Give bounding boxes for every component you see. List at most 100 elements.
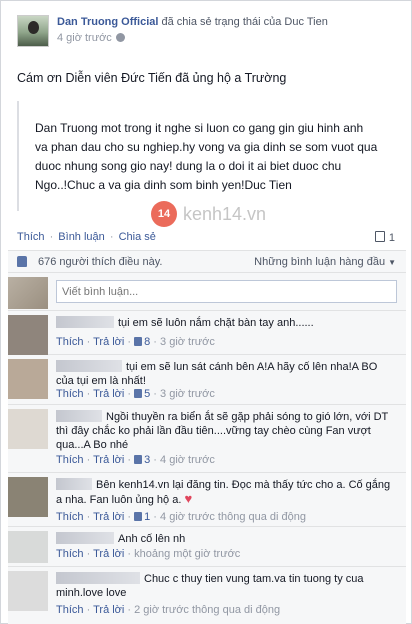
comment-text: Ngồi thuyền ra biển ắt sẽ gặp phải sóng … <box>56 411 389 451</box>
commenter-avatar[interactable] <box>8 359 48 399</box>
quote-line: va phan dau cho su nghiep.hy vong va gia… <box>35 140 378 154</box>
likes-value: 5 <box>144 388 151 400</box>
comment-like-link[interactable]: Thích <box>56 548 84 560</box>
comment-likes-count[interactable]: 8 <box>134 336 150 348</box>
comment-meta: Thích · Trả lời · 5 · 3 giờ trước <box>56 388 215 400</box>
author-avatar[interactable] <box>17 15 49 47</box>
watermark-badge: 14 <box>151 201 177 227</box>
comment-item: Chuc c thuy tien vung tam.va tin tuong t… <box>8 567 406 624</box>
comment-source: thông qua di động <box>192 604 281 616</box>
comment-count-value: 1 <box>388 232 395 244</box>
comment-time[interactable]: 2 giờ trước <box>134 604 189 616</box>
comment-like-link[interactable]: Thích <box>56 388 84 400</box>
like-link[interactable]: Thích <box>17 231 45 243</box>
comment-body: tụi em sẽ luôn nắm chặt bàn tay anh.....… <box>56 316 396 330</box>
comment-likes-count[interactable]: 3 <box>134 454 150 466</box>
quote-line: duoc nhung song gio nay! dung la o doi i… <box>35 159 342 173</box>
comment-reply-link[interactable]: Trả lời <box>93 454 124 466</box>
comment-body: tụi em sẽ lun sát cánh bên A!A hãy cố lê… <box>56 360 396 388</box>
post-time-line: 4 giờ trước <box>57 32 125 44</box>
likes-row: 676 người thích điều này. Những bình luậ… <box>8 251 406 273</box>
quote-line: Ngo..!Chuc a va gia dinh som binh yen!Du… <box>35 178 292 192</box>
comment-meta: Thích · Trả lời · khoảng một giờ trước <box>56 548 241 560</box>
chevron-down-icon: ▼ <box>388 258 396 267</box>
comment-reply-link[interactable]: Trả lời <box>93 511 124 523</box>
comment-meta: Thích · Trả lời · 8 · 3 giờ trước <box>56 336 215 348</box>
kenh14-watermark: 14 kenh14.vn <box>151 201 266 227</box>
commenter-name-redacted[interactable] <box>56 360 122 372</box>
comment-text: Bên kenh14.vn lại đăng tin. Đọc mà thấy … <box>56 479 391 506</box>
comment-reply-link[interactable]: Trả lời <box>93 604 124 616</box>
comment-like-link[interactable]: Thích <box>56 511 84 523</box>
post-container: Dan Truong Official đã chia sẻ trạng thá… <box>0 0 412 624</box>
post-headline: Dan Truong Official đã chia sẻ trạng thá… <box>57 16 328 28</box>
comment-reply-link[interactable]: Trả lời <box>93 388 124 400</box>
comment-item: Ngồi thuyền ra biển ắt sẽ gặp phải sóng … <box>8 405 406 473</box>
separator: · <box>46 231 57 243</box>
thumbs-up-icon <box>17 256 27 267</box>
comment-body: Anh cố lên nh <box>56 532 396 546</box>
post-actions: Thích · Bình luận · Chia sẻ <box>17 231 156 243</box>
commenter-avatar[interactable] <box>8 315 48 355</box>
comment-text: tụi em sẽ luôn nắm chặt bàn tay anh.....… <box>118 317 314 329</box>
likes-summary[interactable]: 676 người thích điều này. <box>38 256 162 268</box>
quote-line: Dan Truong mot trong it nghe si luon co … <box>35 121 364 135</box>
thumbs-up-icon <box>134 389 143 398</box>
comment-item: Bên kenh14.vn lại đăng tin. Đọc mà thấy … <box>8 473 406 527</box>
commenter-avatar[interactable] <box>8 477 48 517</box>
likes-value: 8 <box>144 336 151 348</box>
comment-link[interactable]: Bình luận <box>58 231 104 243</box>
commenter-name-redacted[interactable] <box>56 572 140 584</box>
comment-like-link[interactable]: Thích <box>56 336 84 348</box>
comment-likes-count[interactable]: 1 <box>134 511 150 523</box>
commenter-name-redacted[interactable] <box>56 478 92 490</box>
thumbs-up-icon <box>134 512 143 521</box>
comment-time[interactable]: khoảng một giờ trước <box>134 548 240 560</box>
comment-input[interactable] <box>56 280 397 303</box>
sort-dropdown[interactable]: Những bình luận hàng đầu ▼ <box>254 256 396 268</box>
thumbs-up-icon <box>134 337 143 346</box>
comment-reply-link[interactable]: Trả lời <box>93 336 124 348</box>
comment-meta: Thích · Trả lời · 1 · 4 giờ trước thông … <box>56 511 306 523</box>
comment-time[interactable]: 3 giờ trước <box>160 388 215 400</box>
thumbs-up-icon <box>134 455 143 464</box>
likes-value: 1 <box>144 511 151 523</box>
post-time[interactable]: 4 giờ trước <box>57 32 112 44</box>
commenter-name-redacted[interactable] <box>56 532 114 544</box>
comment-time[interactable]: 3 giờ trước <box>160 336 215 348</box>
comment-reply-link[interactable]: Trả lời <box>93 548 124 560</box>
comment-item: tụi em sẽ lun sát cánh bên A!A hãy cố lê… <box>8 355 406 405</box>
comment-count-icon <box>374 231 385 242</box>
heart-icon: ♥ <box>184 491 193 506</box>
comment-count[interactable]: 1 <box>374 231 395 244</box>
comment-text: Anh cố lên nh <box>118 533 186 545</box>
commenter-avatar[interactable] <box>8 571 48 611</box>
globe-icon[interactable] <box>115 33 125 42</box>
comment-meta: Thích · Trả lời · 3 · 4 giờ trước <box>56 454 215 466</box>
commenter-avatar[interactable] <box>8 531 48 563</box>
share-link[interactable]: Chia sẻ <box>119 231 156 243</box>
comment-body: Bên kenh14.vn lại đăng tin. Đọc mà thấy … <box>56 478 396 507</box>
comment-source: thông qua di động <box>217 511 306 523</box>
status-text: Cám ơn Diễn viên Đức Tiến đã ủng hộ a Tr… <box>17 71 287 85</box>
separator: · <box>106 231 117 243</box>
post-action: đã chia sẻ trạng thái của Duc Tien <box>158 16 328 28</box>
comment-like-link[interactable]: Thích <box>56 454 84 466</box>
write-comment-row <box>8 273 406 311</box>
commenter-avatar[interactable] <box>8 409 48 449</box>
viewer-avatar <box>8 277 48 309</box>
comment-item: tụi em sẽ luôn nắm chặt bàn tay anh.....… <box>8 311 406 355</box>
commenter-name-redacted[interactable] <box>56 410 102 422</box>
likes-value: 3 <box>144 454 151 466</box>
comment-likes-count[interactable]: 5 <box>134 388 150 400</box>
comment-body: Chuc c thuy tien vung tam.va tin tuong t… <box>56 572 396 600</box>
comment-time[interactable]: 4 giờ trước <box>160 454 215 466</box>
shared-quote[interactable]: Dan Truong mot trong it nghe si luon co … <box>17 101 395 211</box>
comment-time[interactable]: 4 giờ trước <box>160 511 215 523</box>
comments-section: 676 người thích điều này. Những bình luậ… <box>8 250 406 624</box>
author-name[interactable]: Dan Truong Official <box>57 16 158 28</box>
comment-like-link[interactable]: Thích <box>56 604 84 616</box>
comment-meta: Thích · Trả lời · 2 giờ trước thông qua … <box>56 604 281 616</box>
commenter-name-redacted[interactable] <box>56 316 114 328</box>
watermark-text: kenh14.vn <box>183 203 267 224</box>
